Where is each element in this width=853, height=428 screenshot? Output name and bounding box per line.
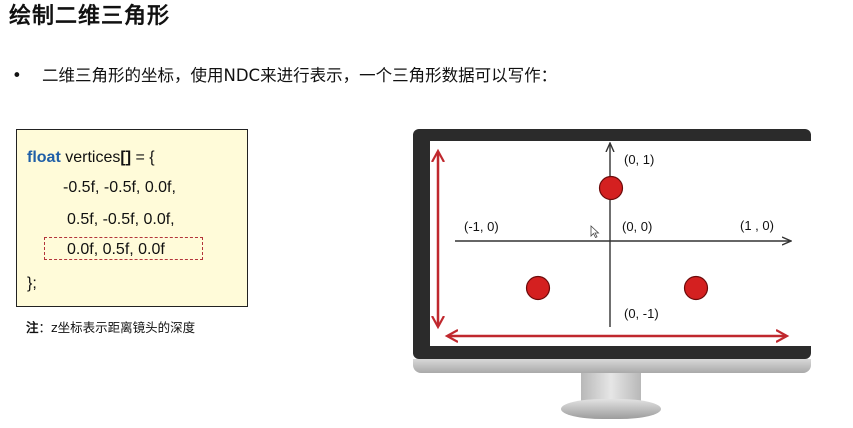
vertex-point-top	[598, 175, 624, 201]
vertex-point-right	[683, 275, 709, 301]
label-left: (-1, 0)	[464, 219, 499, 234]
vertex-point-left	[525, 275, 551, 301]
label-top: (0, 1)	[624, 152, 655, 167]
label-bottom: (0, -1)	[624, 306, 659, 321]
label-right: (1 , 0)	[740, 218, 774, 233]
ndc-diagram	[0, 0, 853, 428]
cursor-icon	[590, 225, 600, 239]
label-center: (0, 0)	[622, 219, 653, 234]
